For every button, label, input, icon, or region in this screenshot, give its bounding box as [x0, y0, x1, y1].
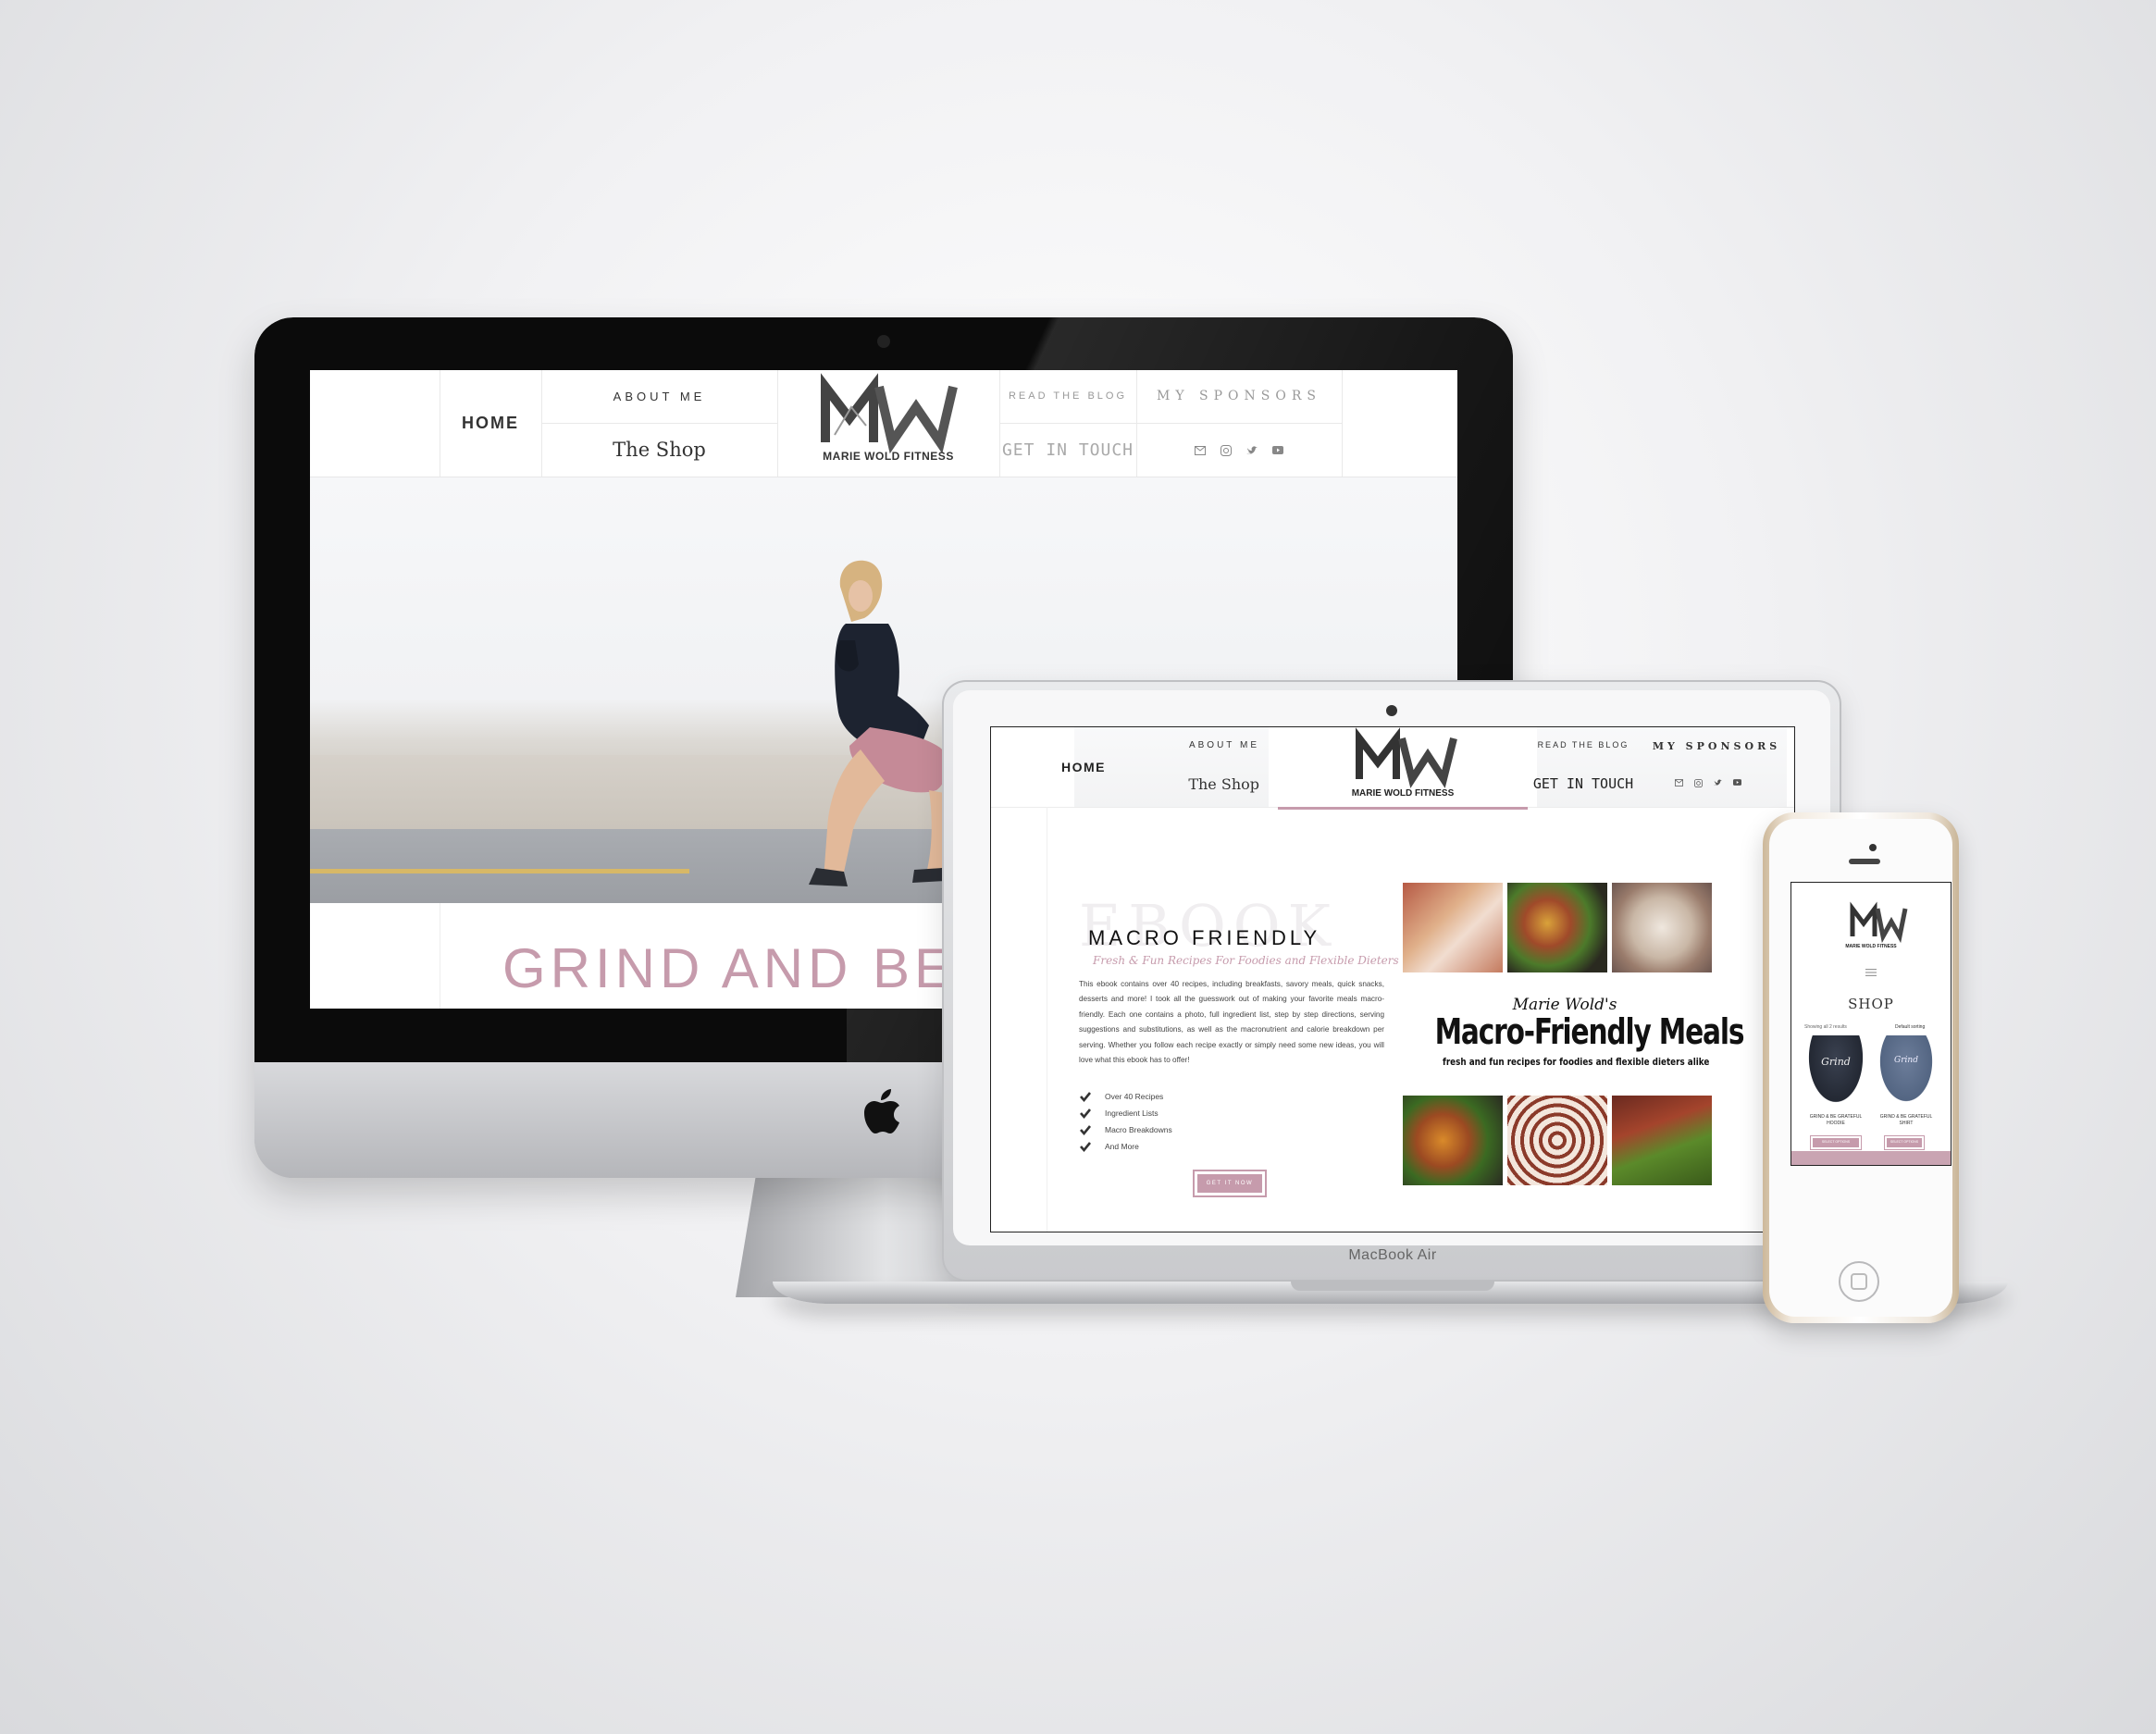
- nav-sponsors-link[interactable]: MY SPONSORS: [1639, 740, 1794, 752]
- nav-sponsors-group: MY SPONSORS: [1639, 727, 1794, 807]
- youtube-icon[interactable]: [1272, 446, 1283, 454]
- desktop-nav: HOME ABOUT ME The Shop MARIE WOLD FITNES…: [310, 370, 1457, 477]
- nav-about-link[interactable]: ABOUT ME: [1189, 740, 1259, 750]
- nav-home-link[interactable]: HOME: [1047, 727, 1121, 807]
- nav-spacer: [310, 370, 440, 477]
- feature-list: Over 40 Recipes Ingredient Lists Macro B…: [1079, 1088, 1172, 1155]
- nav-sponsors-link[interactable]: MY SPONSORS: [1136, 370, 1342, 424]
- athlete-figure: [809, 560, 951, 886]
- instagram-icon[interactable]: [1220, 444, 1232, 456]
- feature-label: Over 40 Recipes: [1105, 1092, 1164, 1101]
- list-item: Over 40 Recipes: [1079, 1088, 1172, 1105]
- nav-blog-group: READ THE BLOG GET IN TOUCH: [999, 370, 1137, 477]
- button-label: GET IT NOW: [1197, 1174, 1262, 1193]
- email-icon[interactable]: [1675, 779, 1683, 786]
- results-count: Showing all 2 results: [1804, 1024, 1847, 1030]
- iphone-camera: [1869, 844, 1877, 851]
- social-icons: [1136, 424, 1342, 477]
- ebook-title: MACRO FRIENDLY: [1088, 926, 1321, 949]
- check-icon: [1080, 1092, 1092, 1103]
- product-image-shirt[interactable]: Grind: [1875, 1035, 1938, 1109]
- nav-about-group: ABOUT ME The Shop: [541, 370, 778, 477]
- instagram-icon[interactable]: [1694, 779, 1703, 787]
- list-item: And More: [1079, 1138, 1172, 1155]
- ebook-tagline: Fresh & Fun Recipes For Foodies and Flex…: [1093, 954, 1399, 967]
- food-photo-cinnamon-roll: [1507, 1096, 1607, 1185]
- iphone-home-button[interactable]: [1839, 1261, 1879, 1302]
- iphone-speaker: [1849, 859, 1880, 864]
- product-name[interactable]: GRIND & BE GRATEFUL SHIRT: [1873, 1114, 1939, 1127]
- menu-icon[interactable]: [1865, 964, 1877, 976]
- nav-home-link[interactable]: HOME: [440, 370, 542, 477]
- macbook-label: MacBook Air: [1348, 1247, 1437, 1263]
- book-title: Macro-Friendly Meals: [1434, 1011, 1745, 1052]
- nav-contact-link[interactable]: GET IN TOUCH: [999, 424, 1136, 477]
- nav-sponsors-group: MY SPONSORS: [1136, 370, 1343, 477]
- check-icon: [1080, 1142, 1092, 1153]
- site-logo[interactable]: MARIE WOLD FITNESS: [777, 370, 1000, 477]
- food-photo-sausage: [1403, 1096, 1503, 1185]
- get-it-now-button[interactable]: GET IT NOW: [1193, 1170, 1267, 1197]
- list-item: Ingredient Lists: [1079, 1105, 1172, 1121]
- check-icon: [1080, 1125, 1092, 1136]
- macbook-notch: [1291, 1282, 1494, 1291]
- feature-label: Ingredient Lists: [1105, 1109, 1159, 1118]
- button-label: SELECT OPTIONS: [1887, 1138, 1922, 1147]
- imac-camera: [877, 335, 890, 348]
- hoodie-print: Grind: [1821, 1056, 1851, 1068]
- twitter-icon[interactable]: [1246, 445, 1258, 455]
- nav-about-group: ABOUT ME The Shop: [1121, 727, 1278, 807]
- site-logo[interactable]: MARIE WOLD FITNESS: [1791, 899, 1951, 955]
- nav-blog-link[interactable]: READ THE BLOG: [999, 370, 1136, 424]
- food-photo-asparagus: [1612, 1096, 1712, 1185]
- macbook-camera: [1386, 705, 1397, 716]
- product-image-hoodie[interactable]: Grind: [1804, 1035, 1867, 1109]
- logo-text: MARIE WOLD FITNESS: [823, 450, 954, 463]
- nav-shop-link[interactable]: The Shop: [541, 424, 777, 477]
- site-logo[interactable]: MARIE WOLD FITNESS: [1278, 727, 1528, 810]
- phone-website: MARIE WOLD FITNESS SHOP Showing all 2 re…: [1790, 882, 1952, 1166]
- nav-about-link[interactable]: ABOUT ME: [541, 370, 777, 424]
- list-item: Macro Breakdowns: [1079, 1121, 1172, 1138]
- feature-label: Macro Breakdowns: [1105, 1125, 1172, 1134]
- shirt-print: Grind: [1894, 1056, 1918, 1065]
- laptop-nav: HOME ABOUT ME The Shop MARIE WOLD FITNES…: [991, 727, 1794, 810]
- feature-label: And More: [1105, 1142, 1139, 1151]
- phone-footer-bar: [1791, 1151, 1951, 1165]
- shop-heading: SHOP: [1848, 996, 1894, 1012]
- nav-blog-link[interactable]: READ THE BLOG: [1528, 740, 1639, 749]
- book-subtitle: fresh and fun recipes for foodies and fl…: [1443, 1056, 1710, 1068]
- social-icons: [1639, 779, 1778, 787]
- button-label: SELECT OPTIONS: [1813, 1138, 1859, 1147]
- food-photo-pasta: [1507, 883, 1607, 972]
- nav-contact-link[interactable]: GET IN TOUCH: [1528, 775, 1639, 792]
- twitter-icon[interactable]: [1714, 779, 1722, 786]
- select-options-button[interactable]: SELECT OPTIONS: [1884, 1135, 1925, 1150]
- select-options-button[interactable]: SELECT OPTIONS: [1810, 1135, 1862, 1150]
- check-icon: [1080, 1109, 1092, 1120]
- food-photo-waffle: [1403, 883, 1503, 972]
- logo-text: MARIE WOLD FITNESS: [1351, 788, 1455, 799]
- ebook-description: This ebook contains over 40 recipes, inc…: [1079, 980, 1384, 1065]
- logo-text: MARIE WOLD FITNESS: [1845, 944, 1897, 949]
- youtube-icon[interactable]: [1733, 779, 1741, 786]
- road-line: [310, 869, 689, 873]
- laptop-website: HOME ABOUT ME The Shop MARIE WOLD FITNES…: [990, 726, 1795, 1232]
- product-name[interactable]: GRIND & BE GRATEFUL HOODIE: [1803, 1114, 1869, 1127]
- sort-select[interactable]: Default sorting: [1895, 1024, 1925, 1030]
- email-icon[interactable]: [1195, 445, 1206, 455]
- hero-heading: GRIND AND BE: [502, 937, 957, 999]
- nav-blog-group: READ THE BLOG GET IN TOUCH: [1528, 727, 1639, 807]
- nav-shop-link[interactable]: The Shop: [1188, 775, 1259, 793]
- food-photo-oats: [1612, 883, 1712, 972]
- apple-logo-icon: [864, 1089, 899, 1133]
